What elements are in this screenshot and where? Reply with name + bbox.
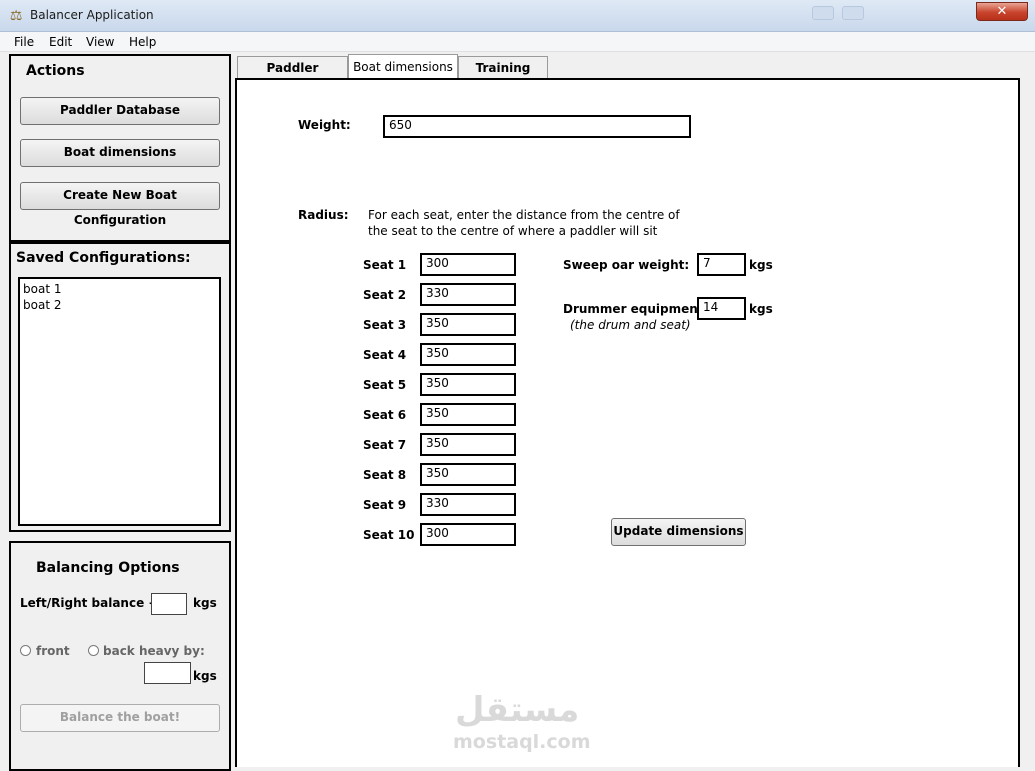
seat-1-input[interactable]: 300 bbox=[420, 253, 516, 276]
paddler-database-button[interactable]: Paddler Database bbox=[20, 97, 220, 125]
seat-5-label: Seat 5 bbox=[363, 378, 407, 392]
heavy-by-unit: kgs bbox=[193, 669, 217, 683]
tab-boat-dimensions[interactable]: Boat dimensions bbox=[348, 54, 458, 78]
balance-boat-button[interactable]: Balance the boat! bbox=[20, 704, 220, 732]
seat-4-input[interactable]: 350 bbox=[420, 343, 516, 366]
seat-9-label: Seat 9 bbox=[363, 498, 407, 512]
seat-6-input[interactable]: 350 bbox=[420, 403, 516, 426]
seat-10-input[interactable]: 300 bbox=[420, 523, 516, 546]
maximize-icon[interactable] bbox=[842, 6, 864, 20]
front-radio[interactable] bbox=[20, 645, 31, 656]
front-radio-label: front bbox=[36, 644, 70, 658]
minimize-icon[interactable] bbox=[812, 6, 834, 20]
saved-configurations-list[interactable] bbox=[18, 277, 221, 526]
weight-label: Weight: bbox=[298, 118, 351, 132]
menu-help[interactable]: Help bbox=[129, 35, 156, 49]
left-right-balance-unit: kgs bbox=[193, 596, 217, 610]
sweep-oar-weight-label: Sweep oar weight: bbox=[563, 258, 690, 272]
create-boat-configuration-button[interactable]: Create New Boat Configuration bbox=[20, 182, 220, 227]
window-title: Balancer Application bbox=[30, 8, 154, 22]
heavy-by-input[interactable] bbox=[144, 662, 191, 684]
left-right-balance-input[interactable] bbox=[151, 593, 187, 615]
weight-input[interactable]: 650 bbox=[383, 115, 691, 138]
seat-9-input[interactable]: 330 bbox=[420, 493, 516, 516]
seat-8-label: Seat 8 bbox=[363, 468, 407, 482]
tab-paddler-database[interactable]: Paddler Database bbox=[237, 56, 348, 97]
watermark-arabic: مستقل bbox=[455, 690, 580, 730]
close-button[interactable]: ✕ bbox=[976, 2, 1028, 21]
radius-label: Radius: bbox=[298, 208, 349, 222]
sweep-oar-weight-unit: kgs bbox=[749, 258, 773, 272]
watermark-latin: mostaql.com bbox=[453, 731, 591, 753]
drummer-equipment-input[interactable]: 14 bbox=[697, 297, 746, 320]
list-item[interactable]: boat 1 bbox=[23, 282, 61, 296]
seat-5-input[interactable]: 350 bbox=[420, 373, 516, 396]
scales-icon: ⚖ bbox=[9, 8, 23, 24]
update-dimensions-button[interactable]: Update dimensions bbox=[611, 518, 746, 546]
title-bar bbox=[0, 0, 1035, 32]
left-right-balance-label: Left/Right balance +/- bbox=[20, 596, 168, 610]
boat-dimensions-tab-content bbox=[235, 78, 1020, 767]
radius-help-line-2: the seat to the centre of where a paddle… bbox=[368, 224, 658, 238]
menu-edit[interactable]: Edit bbox=[49, 35, 72, 49]
menu-file[interactable]: File bbox=[14, 35, 34, 49]
drummer-equipment-label: Drummer equipment: bbox=[563, 302, 709, 316]
sweep-oar-weight-input[interactable]: 7 bbox=[697, 253, 746, 276]
tab-training-boat[interactable]: Training Boat bbox=[458, 56, 548, 97]
radius-help-line-1: For each seat, enter the distance from t… bbox=[368, 208, 680, 222]
menu-view[interactable]: View bbox=[86, 35, 114, 49]
seat-10-label: Seat 10 bbox=[363, 528, 415, 542]
seat-3-input[interactable]: 350 bbox=[420, 313, 516, 336]
list-item[interactable]: boat 2 bbox=[23, 298, 61, 312]
drummer-equipment-unit: kgs bbox=[749, 302, 773, 316]
seat-3-label: Seat 3 bbox=[363, 318, 407, 332]
seat-7-label: Seat 7 bbox=[363, 438, 407, 452]
seat-2-label: Seat 2 bbox=[363, 288, 407, 302]
drummer-equipment-note: (the drum and seat) bbox=[570, 318, 691, 332]
seat-6-label: Seat 6 bbox=[363, 408, 407, 422]
seat-2-input[interactable]: 330 bbox=[420, 283, 516, 306]
back-heavy-radio[interactable] bbox=[88, 645, 99, 656]
boat-dimensions-button[interactable]: Boat dimensions bbox=[20, 139, 220, 167]
seat-1-label: Seat 1 bbox=[363, 258, 407, 272]
back-heavy-radio-label: back heavy by: bbox=[103, 644, 205, 658]
seat-7-input[interactable]: 350 bbox=[420, 433, 516, 456]
balancing-options-heading: Balancing Options bbox=[36, 560, 180, 576]
seat-8-input[interactable]: 350 bbox=[420, 463, 516, 486]
saved-configurations-heading: Saved Configurations: bbox=[16, 250, 191, 266]
seat-4-label: Seat 4 bbox=[363, 348, 407, 362]
actions-heading: Actions bbox=[26, 63, 85, 79]
